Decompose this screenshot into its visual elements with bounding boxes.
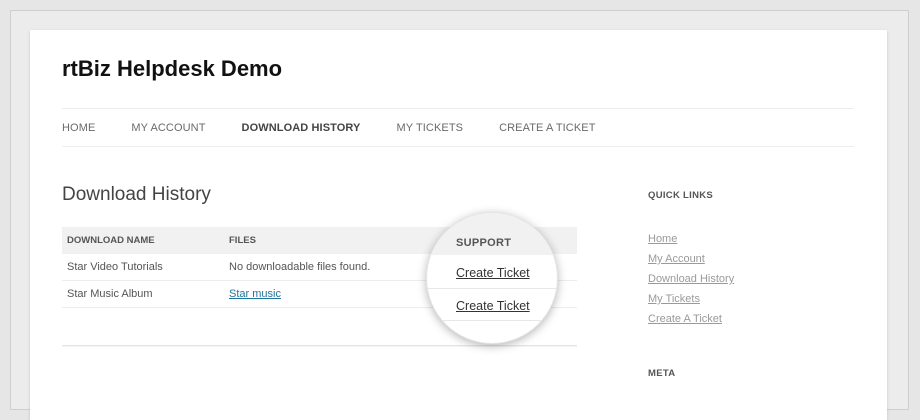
nav-item-my-account[interactable]: MY ACCOUNT (131, 122, 205, 134)
quick-links-title: QUICK LINKS (648, 190, 714, 201)
quick-link-create-a-ticket[interactable]: Create A Ticket (648, 313, 722, 325)
quick-link-download-history[interactable]: Download History (648, 273, 734, 285)
create-ticket-link[interactable]: Create Ticket (456, 299, 530, 313)
magnifier-header: SUPPORT (427, 213, 557, 255)
list-item: Download History (648, 269, 734, 289)
nav-item-download-history[interactable]: DOWNLOAD HISTORY (242, 122, 361, 134)
page-container: rtBiz Helpdesk Demo HOME MY ACCOUNT DOWN… (30, 30, 887, 420)
create-ticket-link[interactable]: Create Ticket (456, 266, 530, 280)
quick-link-my-account[interactable]: My Account (648, 253, 705, 265)
site-title[interactable]: rtBiz Helpdesk Demo (62, 56, 282, 82)
nav-item-create-a-ticket[interactable]: CREATE A TICKET (499, 122, 595, 134)
list-item: Home (648, 229, 734, 249)
list-item: My Account (648, 249, 734, 269)
download-name-cell: Star Music Album (62, 280, 224, 308)
quick-link-my-tickets[interactable]: My Tickets (648, 293, 700, 305)
column-header-support: SUPPORT (456, 237, 512, 249)
nav-item-my-tickets[interactable]: MY TICKETS (396, 122, 463, 134)
column-header-download-name: DOWNLOAD NAME (62, 227, 224, 254)
content-divider (62, 345, 577, 347)
file-link[interactable]: Star music (229, 288, 281, 300)
list-item: Create A Ticket (648, 309, 734, 329)
download-name-cell: Star Video Tutorials (62, 254, 224, 281)
quick-links-list: Home My Account Download History My Tick… (648, 229, 734, 329)
sidebar: QUICK LINKS Home My Account Download His… (648, 190, 848, 379)
quick-link-home[interactable]: Home (648, 233, 677, 245)
meta-title: META (648, 368, 676, 379)
nav-item-home[interactable]: HOME (62, 122, 95, 134)
magnifier-row-divider (427, 288, 557, 289)
main-navigation: HOME MY ACCOUNT DOWNLOAD HISTORY MY TICK… (62, 108, 854, 147)
page-heading: Download History (62, 184, 211, 205)
support-column-magnifier: SUPPORT Create Ticket Create Ticket (427, 213, 557, 343)
list-item: My Tickets (648, 289, 734, 309)
magnifier-row-divider (427, 320, 557, 321)
